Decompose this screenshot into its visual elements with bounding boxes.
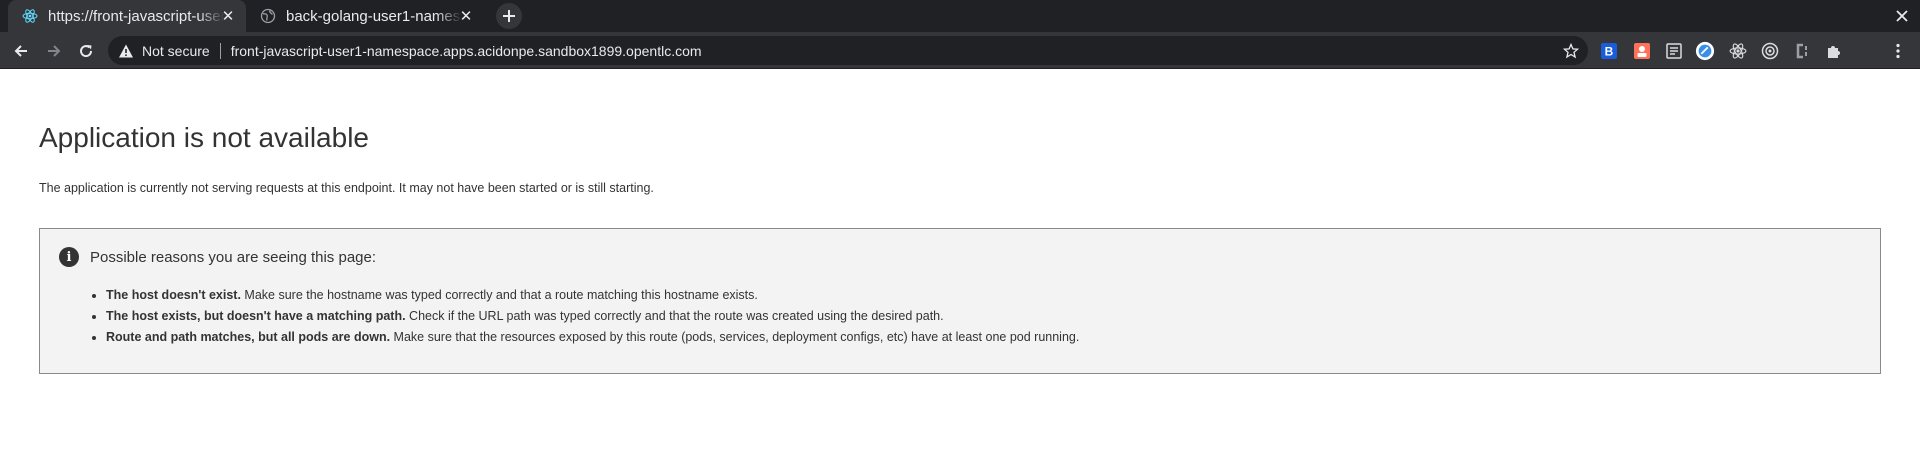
address-bar[interactable]: Not secure front-javascript-user1-namesp… xyxy=(108,36,1588,65)
react-atom-icon xyxy=(22,8,38,24)
reason-heading: The host doesn't exist. xyxy=(106,288,241,302)
close-window-icon[interactable] xyxy=(1892,6,1912,26)
back-button[interactable] xyxy=(7,37,35,65)
reload-button[interactable] xyxy=(72,37,100,65)
reason-text: Check if the URL path was typed correctl… xyxy=(405,309,944,323)
reason-heading: The host exists, but doesn't have a matc… xyxy=(106,309,406,323)
extension-blue-circle-icon[interactable] xyxy=(1695,41,1715,61)
list-item: The host doesn't exist. Make sure the ho… xyxy=(106,285,1079,306)
reasons-list: The host doesn't exist. Make sure the ho… xyxy=(106,285,1079,348)
security-label[interactable]: Not secure xyxy=(142,43,210,59)
react-devtools-icon[interactable] xyxy=(1728,41,1748,61)
reason-heading: Route and path matches, but all pods are… xyxy=(106,330,391,344)
page-subtitle: The application is currently not serving… xyxy=(39,181,654,195)
puzzle-icon[interactable] xyxy=(1824,41,1844,61)
list-item: Route and path matches, but all pods are… xyxy=(106,327,1079,348)
reader-icon[interactable] xyxy=(1664,41,1684,61)
tab-front-javascript[interactable]: https://front-javascript-user1-namespace… xyxy=(8,0,246,32)
target-icon[interactable] xyxy=(1760,41,1780,61)
tab-title: back-golang-user1-namespace xyxy=(286,7,462,25)
tab-back-golang[interactable]: back-golang-user1-namespace ✕ xyxy=(246,0,484,32)
tab-close-icon[interactable]: ✕ xyxy=(458,8,474,25)
new-tab-button[interactable] xyxy=(496,3,522,29)
tab-close-icon[interactable]: ✕ xyxy=(220,8,236,25)
svg-text:B: B xyxy=(1605,45,1614,59)
reason-text: Make sure that the resources exposed by … xyxy=(390,330,1080,344)
bookmark-star-icon[interactable] xyxy=(1562,42,1580,60)
reasons-panel: i Possible reasons you are seeing this p… xyxy=(39,228,1881,374)
divider xyxy=(219,42,221,59)
info-icon: i xyxy=(59,247,79,267)
browser-toolbar: Not secure front-javascript-user1-namesp… xyxy=(0,32,1920,69)
css-extension-icon[interactable] xyxy=(1792,41,1812,61)
url-text[interactable]: front-javascript-user1-namespace.apps.ac… xyxy=(231,43,702,59)
globe-icon xyxy=(260,8,276,24)
tab-title: https://front-javascript-user1-namespace… xyxy=(48,7,224,25)
list-item: The host exists, but doesn't have a matc… xyxy=(106,306,1079,327)
menu-icon[interactable] xyxy=(1888,41,1908,61)
warning-icon[interactable] xyxy=(118,43,134,59)
reasons-title: Possible reasons you are seeing this pag… xyxy=(90,249,377,266)
bitwarden-icon[interactable]: B xyxy=(1599,41,1619,61)
tab-strip: https://front-javascript-user1-namespace… xyxy=(0,0,1920,32)
forward-button[interactable] xyxy=(40,37,68,65)
extension-red-icon[interactable] xyxy=(1632,41,1652,61)
reason-text: Make sure the hostname was typed correct… xyxy=(240,288,758,302)
page-title: Application is not available xyxy=(39,122,369,153)
